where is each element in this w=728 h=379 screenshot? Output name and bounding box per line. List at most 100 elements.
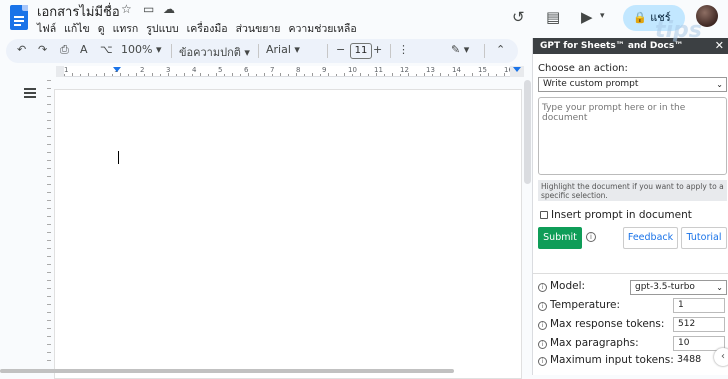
- gpt-sidebar-panel: GPT for Sheets™ and Docs™ ✕ Choose an ac…: [532, 38, 728, 375]
- ruler-tick: [392, 73, 393, 76]
- vertical-ruler-tick: [47, 352, 51, 353]
- info-icon[interactable]: i: [538, 302, 547, 311]
- max-input-row: i Maximum input tokens:: [538, 354, 674, 366]
- menu-bar: ไฟล์ แก้ไข ดู แทรก รูปแบบ เครื่องมือ ส่วนขยาย ค…: [37, 20, 365, 37]
- vertical-ruler-tick: [47, 248, 51, 249]
- tutorial-button[interactable]: Tutorial: [681, 227, 727, 249]
- ruler-tick: [304, 74, 305, 76]
- vertical-ruler-tick: [47, 160, 51, 161]
- redo-icon[interactable]: ↷: [38, 43, 47, 56]
- chevron-down-icon[interactable]: ▾: [600, 11, 605, 21]
- collapse-side-panel-icon[interactable]: ‹: [714, 348, 728, 366]
- more-icon[interactable]: ⋮: [398, 43, 409, 56]
- undo-icon[interactable]: ↶: [17, 43, 26, 56]
- temperature-input[interactable]: 1: [673, 298, 725, 313]
- menu-insert[interactable]: แทรก: [113, 23, 139, 35]
- ruler-tick: [328, 73, 329, 76]
- ruler-tick: [440, 73, 441, 76]
- font-size-input[interactable]: 11: [350, 43, 372, 59]
- ruler-number: 15: [478, 66, 487, 74]
- video-call-icon[interactable]: ▶: [581, 8, 593, 26]
- close-icon[interactable]: ✕: [715, 38, 724, 54]
- ruler-tick: [200, 73, 201, 76]
- max-tokens-input[interactable]: 512: [673, 317, 725, 332]
- menu-view[interactable]: ดู: [98, 23, 105, 35]
- ruler-tick: [352, 74, 353, 76]
- ruler-tick: [320, 74, 321, 76]
- info-icon[interactable]: i: [538, 321, 547, 330]
- vertical-ruler-tick: [47, 168, 51, 169]
- menu-help[interactable]: ความช่วยเหลือ: [288, 23, 356, 35]
- chevron-down-icon: ⌄: [716, 80, 723, 89]
- decrease-font-icon[interactable]: −: [336, 43, 345, 56]
- ruler-tick: [224, 74, 225, 76]
- ruler-tick: [232, 73, 233, 76]
- horizontal-scrollbar[interactable]: [0, 369, 454, 373]
- print-icon[interactable]: ⎙: [60, 43, 69, 57]
- zoom-select[interactable]: 100% ▾: [121, 43, 161, 56]
- ruler-number: 7: [270, 66, 275, 74]
- text-cursor: [118, 151, 119, 164]
- document-title[interactable]: เอกสารไม่มีชื่อ: [37, 1, 120, 22]
- chevron-down-icon: ▾: [244, 46, 250, 59]
- menu-tools[interactable]: เครื่องมือ: [187, 23, 228, 35]
- vertical-ruler-tick: [47, 120, 51, 121]
- paint-format-icon[interactable]: ⌥: [100, 43, 113, 56]
- insert-prompt-checkbox[interactable]: [540, 211, 548, 219]
- ruler-number: 2: [140, 66, 145, 74]
- ruler-tick: [496, 74, 497, 76]
- ruler-tick: [264, 73, 265, 76]
- vertical-scrollbar[interactable]: [524, 80, 531, 184]
- menu-extensions[interactable]: ส่วนขยาย: [236, 23, 281, 35]
- info-icon[interactable]: i: [586, 232, 596, 242]
- ruler-tick: [256, 74, 257, 76]
- vertical-ruler-tick: [47, 136, 51, 137]
- collapse-menus-icon[interactable]: ⌃: [496, 43, 505, 56]
- ruler-tick: [176, 74, 177, 76]
- menu-format[interactable]: รูปแบบ: [146, 23, 178, 35]
- choose-action-label: Choose an action:: [538, 63, 628, 74]
- vertical-ruler-tick: [47, 264, 51, 265]
- document-outline-icon[interactable]: [24, 88, 36, 98]
- info-icon[interactable]: i: [538, 340, 547, 349]
- model-select[interactable]: gpt-3.5-turbo ⌄: [630, 280, 727, 295]
- insert-prompt-checkbox-row[interactable]: Insert prompt in document: [540, 209, 692, 221]
- prompt-input[interactable]: Type your prompt here or in the document: [538, 97, 727, 175]
- right-indent-marker[interactable]: [513, 67, 521, 72]
- spellcheck-icon[interactable]: A: [80, 43, 88, 56]
- info-icon[interactable]: i: [538, 283, 547, 292]
- move-folder-icon[interactable]: ▭: [143, 2, 154, 16]
- vertical-ruler-tick: [47, 176, 51, 177]
- info-icon[interactable]: i: [538, 357, 547, 366]
- feedback-button[interactable]: Feedback: [623, 227, 678, 249]
- ruler-tick: [96, 74, 97, 76]
- google-docs-logo-icon[interactable]: [10, 5, 28, 30]
- star-icon[interactable]: ☆: [121, 2, 132, 16]
- vertical-ruler-tick: [47, 240, 51, 241]
- max-input-label: Maximum input tokens:: [550, 354, 674, 366]
- font-select[interactable]: Arial ▾: [266, 43, 300, 56]
- ruler-tick: [152, 73, 153, 76]
- vertical-ruler-tick: [47, 272, 51, 273]
- action-select[interactable]: Write custom prompt ⌄: [538, 77, 727, 92]
- horizontal-ruler[interactable]: 1 1 2 3 4 5 6 7 8 9 10 11 12 13 14 15 16: [56, 66, 524, 77]
- ruler-number: 12: [400, 66, 409, 74]
- ruler-tick: [160, 74, 161, 76]
- menu-edit[interactable]: แก้ไข: [64, 23, 90, 35]
- temperature-row: i Temperature:: [538, 299, 620, 311]
- ruler-tick: [472, 73, 473, 76]
- submit-button[interactable]: Submit: [538, 227, 582, 249]
- vertical-ruler-tick: [47, 96, 51, 97]
- ruler-tick: [272, 74, 273, 76]
- increase-font-icon[interactable]: +: [373, 43, 382, 56]
- ruler-number: 14: [452, 66, 461, 74]
- ruler-tick: [360, 73, 361, 76]
- document-page[interactable]: [54, 89, 522, 379]
- comment-icon[interactable]: ▤: [546, 8, 560, 26]
- edit-mode-icon[interactable]: ✎ ▾: [451, 43, 469, 56]
- left-indent-marker[interactable]: [113, 67, 121, 72]
- history-icon[interactable]: ↺: [512, 8, 525, 26]
- menu-file[interactable]: ไฟล์: [37, 23, 56, 35]
- style-select[interactable]: ข้อความปกติ ▾: [179, 43, 250, 61]
- chevron-down-icon: ▾: [294, 43, 300, 56]
